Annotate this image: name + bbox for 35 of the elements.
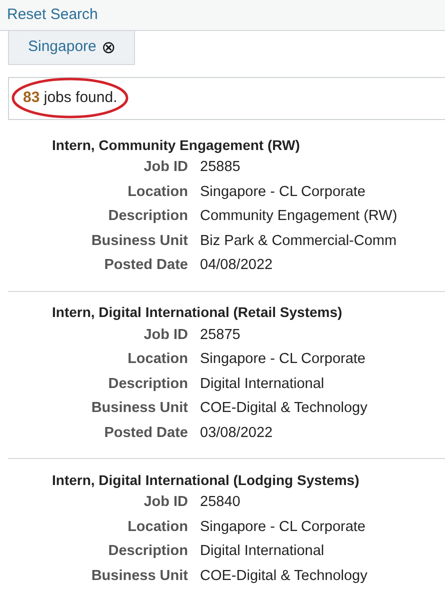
field-value: Digital International <box>200 374 324 394</box>
remove-icon[interactable]: ⊗ <box>101 39 116 56</box>
field-value: Singapore - CL Corporate <box>200 182 366 202</box>
field-label: Location <box>126 518 188 537</box>
field-label: Job ID <box>142 158 188 178</box>
field-value: 25840 <box>200 493 240 512</box>
field-label: Description <box>107 542 188 562</box>
field-value: COE-Digital & Technology <box>200 399 368 418</box>
field-value: Singapore - CL Corporate <box>200 350 366 370</box>
field-value: 04/08/2022 <box>200 256 273 276</box>
field-label: Business Unit <box>90 399 188 418</box>
field-value: 25875 <box>200 326 240 345</box>
job-title[interactable]: Intern, Digital International (Lodging Systems) <box>52 469 445 491</box>
field-label: Business Unit <box>90 232 188 251</box>
filter-chip[interactable]: Singapore ⊗ <box>8 31 136 65</box>
field-label: Job ID <box>142 493 188 512</box>
field-value: Digital International <box>200 542 324 562</box>
field-label: Posted Date <box>103 424 188 443</box>
field-value: 03/08/2022 <box>200 424 273 443</box>
field-value: 25885 <box>200 158 240 178</box>
field-label: Description <box>107 374 188 394</box>
field-value: COE-Digital & Technology <box>200 566 368 586</box>
job-title[interactable]: Intern, Digital International (Retail Systems) <box>52 302 445 324</box>
field-label: Business Unit <box>90 566 188 586</box>
field-value: Biz Park & Commercial-Comm <box>200 232 397 251</box>
field-value: Community Engagement (RW) <box>200 207 398 226</box>
field-label: Posted Date <box>103 256 188 276</box>
field-label: Location <box>126 182 188 202</box>
field-value: Singapore - CL Corporate <box>200 518 366 537</box>
job-title[interactable]: Intern, Community Engagement (RW) <box>52 134 445 156</box>
reset-search-link[interactable]: Reset Search <box>7 4 98 26</box>
field-label: Job ID <box>142 326 188 345</box>
results-count-text: 83 jobs found. <box>23 88 118 108</box>
field-label: Description <box>107 207 188 226</box>
field-label: Location <box>126 350 188 370</box>
